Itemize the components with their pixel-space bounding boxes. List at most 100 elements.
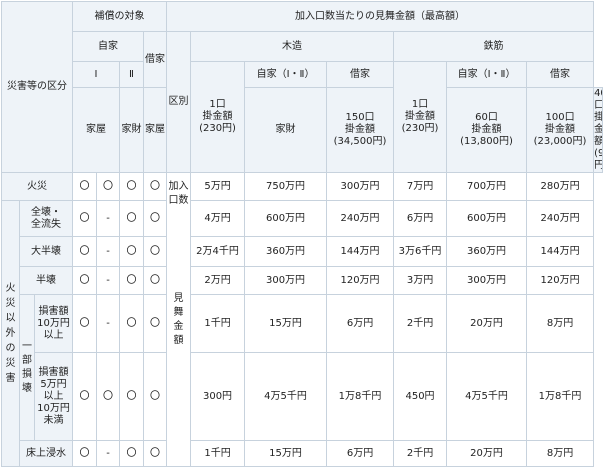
value-cell: 5万円 (190, 172, 246, 201)
value-cell: 8万円 (526, 294, 595, 353)
steel-header: 鉄筋 (393, 31, 595, 62)
mimai-label: 見舞金額 (173, 292, 184, 346)
value-cell: 144万円 (326, 236, 395, 267)
value-cell: 600万円 (244, 200, 328, 237)
value-cell: 360万円 (244, 236, 328, 267)
value-cell: 300万円 (244, 266, 328, 295)
partial-damage-label: 一部損壊 (19, 294, 35, 441)
value-cell: 20万円 (446, 294, 528, 353)
wood-unit-1: 1口 掛金額 (230円) (190, 61, 246, 173)
rental-header: 借家 (143, 31, 168, 88)
value-cell: 240万円 (326, 200, 395, 237)
check-cell: 〇 (119, 172, 145, 201)
compensation-table: 災害等の区分 補償の対象 加入口数当たりの見舞金額（最高額） 自家 借家 区別 … (0, 1, 603, 467)
row-label: 半壊 (18, 266, 74, 295)
table-row: 一部損壊 損害額 10万円 以上 〇 - 〇 〇 1千円 15万円 6万円 2千… (2, 294, 603, 441)
units-mimai-label: 加入口数 見舞金額 (166, 172, 192, 467)
value-cell: 4万5千円 (244, 352, 328, 441)
row-label: 火災 (0, 172, 74, 201)
value-cell: 2万円 (190, 266, 246, 295)
check-cell: 〇 (96, 352, 121, 441)
check-cell: - (96, 200, 121, 237)
other-disasters-label: 火災以外の災害 (1, 200, 20, 467)
check-cell: - (96, 266, 121, 295)
check-cell: 〇 (119, 266, 145, 295)
steel-self-header: 自家（Ⅰ・Ⅱ） (446, 61, 528, 88)
check-cell: 〇 (143, 266, 168, 295)
row-label: 床上浸水 (18, 440, 74, 467)
value-cell: 300円 (190, 352, 246, 441)
units-label: 加入口数 (168, 180, 189, 206)
value-cell: 1万8千円 (526, 352, 595, 441)
value-cell: 1万8千円 (326, 352, 395, 441)
table-row: 火災 〇 〇 〇 〇 加入口数 見舞金額 5万円 750万円 300万円 7万円… (0, 172, 603, 467)
table-row: 床上浸水 〇 - 〇 〇 1千円 15万円 6万円 2千円 20万円 8万円 (2, 440, 603, 467)
check-cell: 〇 (143, 236, 168, 267)
wood-unit-60: 60口 掛金額 (13,800円) (446, 87, 528, 173)
value-cell: 4万円 (190, 200, 246, 237)
value-cell: 600万円 (446, 200, 528, 237)
wood-header: 木造 (190, 31, 395, 62)
check-cell: 〇 (143, 440, 168, 467)
self-two-header: Ⅱ (119, 61, 145, 88)
other-disasters-text: 火災以外の災害 (5, 283, 16, 384)
steel-unit-100: 100口 掛金額 (23,000円) (526, 87, 595, 173)
value-cell: 4万5千円 (446, 352, 528, 441)
division-header: 区別 (166, 31, 192, 173)
self-one-header: Ⅰ (72, 61, 121, 88)
check-cell: 〇 (119, 294, 145, 353)
table-row: 半壊 〇 - 〇 〇 2万円 300万円 120万円 3万円 300万円 120… (2, 266, 603, 295)
check-cell: 〇 (143, 294, 168, 353)
value-cell: 15万円 (244, 294, 328, 353)
steel-unit-40: 40口 掛金額 (9,200円) (593, 87, 603, 173)
value-cell: 6万円 (326, 440, 395, 467)
partial-damage-text: 一部損壊 (22, 340, 32, 394)
check-cell: 〇 (72, 172, 98, 201)
row-label: 全壊・ 全流失 (18, 200, 74, 237)
value-cell: 300万円 (446, 266, 528, 295)
check-cell: 〇 (143, 352, 168, 441)
value-cell: 750万円 (244, 172, 328, 201)
value-cell: 7万円 (393, 172, 448, 201)
table-row: 大半壊 〇 - 〇 〇 2万4千円 360万円 144万円 3万6千円 360万… (2, 236, 603, 267)
value-cell: 6万円 (393, 200, 448, 237)
check-cell: 〇 (72, 294, 98, 353)
check-cell: 〇 (143, 200, 168, 237)
check-cell: 〇 (72, 236, 98, 267)
check-cell: 〇 (72, 200, 98, 237)
value-cell: 280万円 (526, 172, 595, 201)
row-label: 損害額 10万円 以上 (33, 294, 74, 353)
check-cell: 〇 (72, 266, 98, 295)
value-cell: 6万円 (326, 294, 395, 353)
wood-unit-150: 150口 掛金額 (34,500円) (326, 87, 395, 173)
check-cell: 〇 (72, 352, 98, 441)
check-cell: - (96, 440, 121, 467)
value-cell: 120万円 (326, 266, 395, 295)
row-label: 大半壊 (18, 236, 74, 267)
value-cell: 2千円 (393, 294, 448, 353)
goods-header-2: 家財 (244, 87, 328, 173)
value-cell: 450円 (393, 352, 448, 441)
value-cell: 360万円 (446, 236, 528, 267)
row-label: 損害額 5万円 以上 10万円 未満 (33, 352, 74, 441)
value-cell: 8万円 (526, 440, 595, 467)
check-cell: - (96, 236, 121, 267)
value-cell: 700万円 (446, 172, 528, 201)
value-cell: 3万6千円 (393, 236, 448, 267)
value-cell: 15万円 (244, 440, 328, 467)
value-cell: 1千円 (190, 294, 246, 353)
value-cell: 120万円 (526, 266, 595, 295)
value-cell: 144万円 (526, 236, 595, 267)
steel-unit-1: 1口 掛金額 (230円) (393, 61, 448, 173)
check-cell: 〇 (119, 440, 145, 467)
value-cell: 20万円 (446, 440, 528, 467)
table-row: 火災以外の災害 全壊・ 全流失 〇 - 〇 〇 4万円 600万円 240万円 … (1, 200, 603, 467)
category-header: 災害等の区分 (0, 1, 74, 173)
self-home-header: 自家 (72, 31, 145, 62)
per-unit-header: 加入口数当たりの見舞金額（最高額） (166, 1, 595, 32)
table-row: 損害額 5万円 以上 10万円 未満 〇 〇 〇 〇 300円 4万5千円 1万… (2, 352, 603, 441)
goods-header-1: 家財 (119, 87, 145, 173)
wood-rental-header: 借家 (326, 61, 395, 88)
wood-self-header: 自家（Ⅰ・Ⅱ） (244, 61, 328, 88)
check-cell: 〇 (119, 352, 145, 441)
